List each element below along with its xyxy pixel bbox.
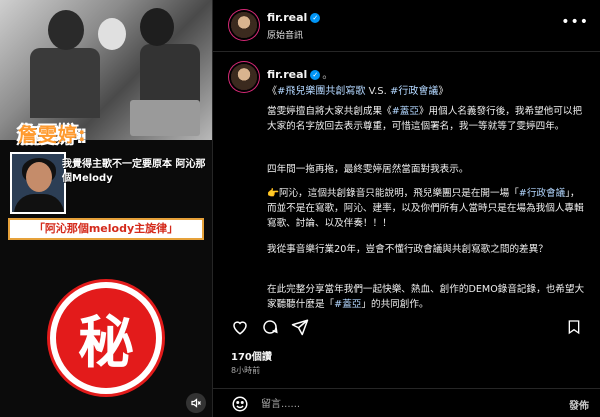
caption-username-row[interactable]: fir.real ✓。 (267, 66, 333, 82)
mute-icon[interactable] (186, 393, 206, 413)
heart-icon[interactable] (229, 316, 251, 338)
subtitle-bracket-open: 《 (267, 86, 277, 97)
group-photo (0, 0, 212, 140)
header-username[interactable]: fir.real (267, 11, 307, 24)
emoji-icon[interactable] (231, 395, 249, 413)
quote-banner: 「阿沁那個melody主旋律」 (8, 218, 204, 240)
comment-bar: 發佈 (213, 388, 600, 417)
speaker-portrait (10, 152, 66, 214)
caption-paragraph-1: 當雯婷擅自將大家共創成果《#蓋亞》用個人名義發行後，我希望他可以把大家的名字放回… (267, 104, 585, 134)
post-header: fir.real ✓ 原始音訊 ••• (213, 0, 600, 52)
post-comment-button[interactable]: 發佈 (569, 397, 589, 412)
hashtag-link[interactable]: #飛兒樂團共創寫歌 (277, 86, 365, 97)
post-time[interactable]: 8小時前 (231, 365, 260, 376)
comment-input[interactable] (261, 395, 541, 413)
caption-username[interactable]: fir.real (267, 68, 307, 81)
subtitle-bracket-close: 》 (438, 86, 449, 97)
caption-paragraph-2: 四年間一拖再拖，最終雯婷居然當面對我表示。 (267, 164, 469, 175)
caption-paragraph-4: 我從事音樂行業20年，豈會不懂行政會議與共創寫歌之間的差異？ (267, 244, 548, 255)
quote-text: 我覺得主歌不一定要原本 阿沁那個Melody (62, 159, 206, 184)
verified-icon: ✓ (310, 70, 321, 80)
header-username-row[interactable]: fir.real ✓ (267, 11, 321, 24)
avatar[interactable] (231, 12, 257, 38)
p1-pre: 當雯婷擅自將大家共創成果《 (267, 106, 392, 117)
hashtag-link[interactable]: #行政會議 (390, 86, 438, 97)
more-options-icon[interactable]: ••• (561, 14, 589, 30)
share-icon[interactable] (289, 316, 311, 338)
caption-area: fir.real ✓。 《#飛兒樂團共創寫歌 V.S. #行政會議》 當雯婷擅自將… (213, 52, 600, 310)
caption-paragraph-3: 👉阿沁，這個共創錄音只能說明，飛兒樂團只是在開一場「#行政會議」，而並不是在寫歌… (267, 186, 585, 231)
hashtag-link[interactable]: #蓋亞 (334, 299, 361, 310)
verified-icon: ✓ (310, 13, 321, 23)
caption-subtitle: 《#飛兒樂團共創寫歌 V.S. #行政會議》 (267, 82, 448, 97)
p3-pre: 👉阿沁，這個共創錄音只能說明，飛兒樂團只是在開一場「 (267, 188, 519, 199)
audio-link[interactable]: 原始音訊 (267, 28, 303, 41)
subtitle-vs: V.S. (365, 86, 391, 97)
action-bar (213, 312, 600, 342)
post-sidebar: fir.real ✓ 原始音訊 ••• fir.real ✓。 《#飛兒樂團共創寫歌… (212, 0, 600, 417)
bookmark-icon[interactable] (563, 316, 585, 338)
caption-avatar[interactable] (231, 64, 257, 90)
hashtag-link[interactable]: #蓋亞 (392, 106, 419, 117)
comment-icon[interactable] (259, 316, 281, 338)
hashtag-link[interactable]: #行政會議 (519, 188, 565, 199)
caption-dot: 。 (322, 68, 334, 81)
likes-count[interactable]: 170個讚 (231, 348, 272, 363)
speaker-title: 詹雯婷: (18, 124, 87, 146)
secret-char: 秘 (78, 309, 134, 376)
reel-video[interactable]: 詹雯婷: 我覺得主歌不一定要原本 阿沁那個Melody 「阿沁那個melody主… (0, 0, 212, 417)
caption-paragraph-5: 在此完整分享當年我們一起快樂、熱血、創作的DEMO錄音記錄，也希望大家聽聽什麼是… (267, 282, 585, 310)
p5-post: 」的共同創作。 (361, 299, 429, 310)
secret-stamp: 秘 (50, 282, 162, 394)
